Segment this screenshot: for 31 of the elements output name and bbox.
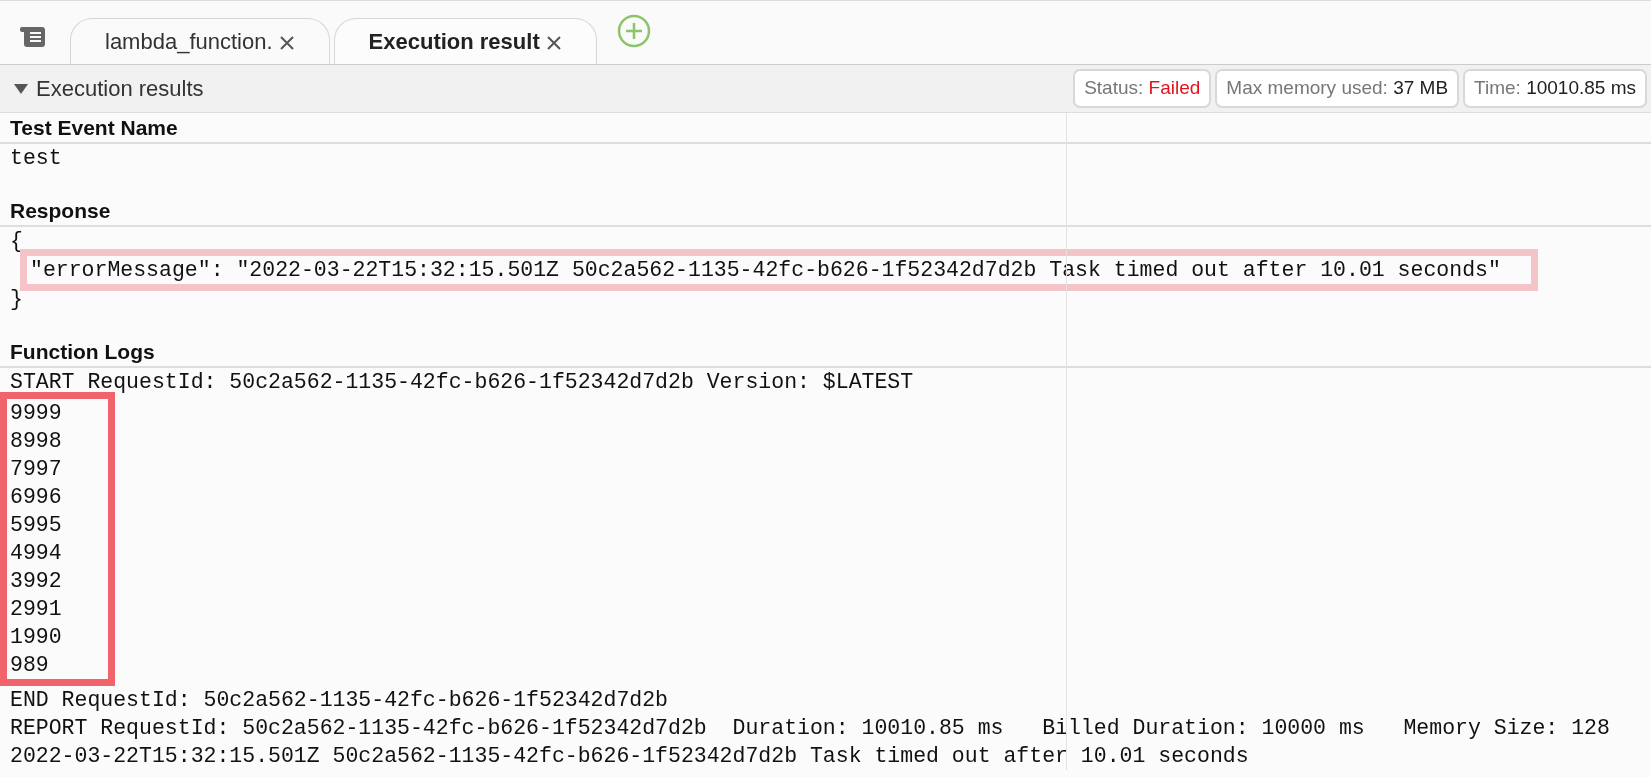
log-line: 2022-03-22T15:32:15.501Z 50c2a562-1135-42fc-b626-1f52342d7d2b Task timed out after 10.01 seconds bbox=[9, 743, 1250, 770]
log-line: 1990 bbox=[9, 624, 62, 651]
panel-title: Execution results bbox=[36, 75, 204, 103]
log-line: "errorMessage": "2022-03-22T15:32:15.501Z 50c2a562-1135-42fc-b626-1f52342d7d2b Task timed out after 10.01 seconds" bbox=[29, 257, 1501, 284]
close-icon[interactable] bbox=[545, 35, 562, 52]
close-icon[interactable] bbox=[278, 35, 295, 52]
log-line: REPORT RequestId: 50c2a562-1135-42fc-b626-1f52342d7d2b Duration: 10010.85 ms Billed Duration: 10000 ms Memory Size: 128 bbox=[9, 715, 1611, 742]
status-pill: Max memory used: 37 MB bbox=[1215, 69, 1460, 108]
log-line: 9999 bbox=[9, 400, 62, 427]
status-pill: Status: Failed bbox=[1073, 69, 1212, 108]
log-line: 4994 bbox=[9, 540, 62, 567]
log-line: 989 bbox=[9, 652, 50, 679]
log-line: 6996 bbox=[9, 484, 62, 511]
section-heading: Function Logs bbox=[0, 337, 1651, 368]
log-line: END RequestId: 50c2a562-1135-42fc-b626-1f52342d7d2b bbox=[9, 687, 669, 714]
editor-tab[interactable]: Execution result bbox=[333, 18, 597, 64]
log-line: test bbox=[9, 145, 63, 172]
log-line: 3992 bbox=[9, 568, 62, 595]
log-line: 7997 bbox=[9, 456, 62, 483]
section-heading: Test Event Name bbox=[0, 113, 1651, 144]
collapse-caret-icon[interactable] bbox=[14, 82, 28, 95]
section-heading: Response bbox=[0, 196, 1651, 227]
log-line: START RequestId: 50c2a562-1135-42fc-b626-1f52342d7d2b Version: $LATEST bbox=[9, 369, 915, 396]
log-line: 2991 bbox=[9, 596, 62, 623]
log-line: 5995 bbox=[9, 512, 62, 539]
status-pill: Time: 10010.85 ms bbox=[1463, 69, 1647, 108]
document-list-icon[interactable] bbox=[20, 26, 46, 48]
log-line: } bbox=[9, 286, 24, 313]
log-line: { bbox=[9, 228, 24, 255]
editor-tab[interactable]: lambda_function. bbox=[70, 18, 330, 64]
log-line: 8998 bbox=[9, 428, 62, 455]
